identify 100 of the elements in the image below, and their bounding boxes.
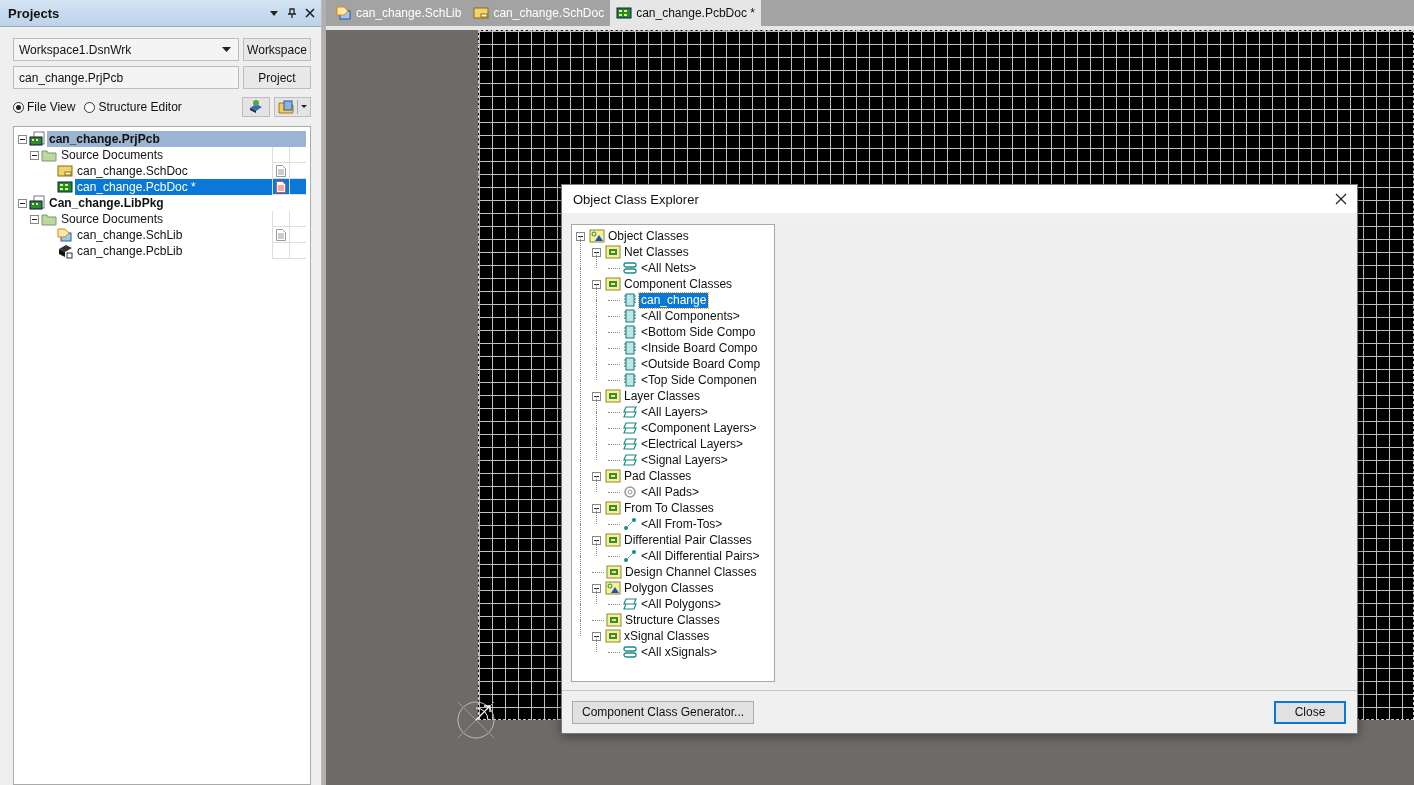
tree-item[interactable]: <All Layers> <box>639 404 710 420</box>
chip-icon <box>622 292 638 308</box>
folder-item[interactable]: Source Documents <box>59 147 306 163</box>
layer-icon <box>622 452 638 468</box>
tree-item[interactable]: <All From-Tos> <box>639 516 725 532</box>
collapse-toggle[interactable] <box>576 231 585 241</box>
chip-package-icon <box>57 243 73 259</box>
schematic-sheet-icon <box>473 5 490 21</box>
tree-item[interactable]: <Electrical Layers> <box>639 436 746 452</box>
folder-icon <box>41 147 57 163</box>
panel-title: Projects <box>8 5 60 21</box>
net-icon <box>622 644 638 660</box>
picture-folder-icon <box>589 228 605 244</box>
chip-icon <box>622 340 638 356</box>
tree-item[interactable]: Pad Classes <box>622 468 694 484</box>
tree-item[interactable]: <All xSignals> <box>639 644 720 660</box>
collapse-toggle[interactable] <box>592 279 601 289</box>
collapse-toggle[interactable] <box>18 198 27 208</box>
tree-item[interactable]: From To Classes <box>622 500 716 516</box>
collapse-toggle[interactable] <box>30 214 39 224</box>
folder-icon <box>605 532 621 548</box>
pcb-project-icon <box>29 131 45 147</box>
net-icon <box>622 260 638 276</box>
chip-icon <box>622 372 638 388</box>
tree-item[interactable]: xSignal Classes <box>622 628 712 644</box>
layer-icon <box>622 404 638 420</box>
close-button[interactable] <box>1333 191 1349 207</box>
collapse-toggle[interactable] <box>592 535 601 545</box>
schematic-sheet-icon <box>57 163 73 179</box>
tree-item[interactable]: <Inside Board Compo <box>639 340 760 356</box>
folder-item[interactable]: Source Documents <box>59 211 306 227</box>
dialog-title: Object Class Explorer <box>573 191 699 207</box>
folder-icon <box>606 612 622 628</box>
folder-icon <box>605 468 621 484</box>
tree-item[interactable]: Design Channel Classes <box>623 564 759 580</box>
project-options-button[interactable] <box>274 97 311 117</box>
folder-icon <box>606 564 622 580</box>
tree-item[interactable]: <All Differential Pairs> <box>639 548 762 564</box>
connection-icon <box>622 548 638 564</box>
document-item[interactable]: can_change.SchLib <box>75 227 306 243</box>
layer-icon <box>622 596 638 612</box>
workspace-dropdown[interactable]: Workspace1.DsnWrk <box>13 38 239 61</box>
tree-item[interactable]: <All Components> <box>639 308 742 324</box>
tree-item[interactable]: Layer Classes <box>622 388 703 404</box>
project-button[interactable]: Project <box>243 66 311 89</box>
connection-icon <box>622 516 638 532</box>
tree-item[interactable]: <Component Layers> <box>639 420 759 436</box>
tree-item[interactable]: Component Classes <box>622 276 735 292</box>
collapse-toggle[interactable] <box>592 583 601 593</box>
tree-item[interactable]: Net Classes <box>622 244 691 260</box>
tree-item[interactable]: <Outside Board Comp <box>639 356 763 372</box>
compile-button[interactable] <box>242 97 270 117</box>
ring-icon <box>622 484 638 500</box>
view-radio[interactable]: Structure Editor <box>84 100 182 114</box>
caret-icon <box>301 105 307 109</box>
pin-icon <box>287 8 297 18</box>
chip-icon <box>622 324 638 340</box>
tree-item[interactable]: <Top Side Componen <box>639 372 759 388</box>
circuit-board-icon <box>616 5 633 21</box>
tree-item[interactable]: Object Classes <box>606 228 691 244</box>
folder-icon <box>605 244 621 260</box>
folder-icon <box>605 276 621 292</box>
layer-icon <box>622 420 638 436</box>
tree-item[interactable]: <All Polygons> <box>639 596 724 612</box>
tree-item[interactable]: Polygon Classes <box>622 580 716 596</box>
collapse-toggle[interactable] <box>18 134 27 144</box>
folder-icon <box>605 500 621 516</box>
project-item[interactable]: Can_change.LibPkg <box>47 195 306 211</box>
tree-item[interactable]: <All Pads> <box>639 484 702 500</box>
collapse-toggle[interactable] <box>30 150 39 160</box>
close-icon <box>1335 193 1347 205</box>
generator-button[interactable]: Component Class Generator... <box>572 700 755 724</box>
project-item[interactable]: can_change.PrjPcb <box>47 131 306 147</box>
collapse-toggle[interactable] <box>592 503 601 513</box>
tree-item[interactable]: can_change <box>639 292 709 308</box>
library-symbol-icon <box>336 5 352 21</box>
project-field[interactable]: can_change.PrjPcb <box>13 66 239 89</box>
chip-icon <box>622 356 638 372</box>
collapse-toggle[interactable] <box>592 471 601 481</box>
folder-icon <box>605 388 621 404</box>
folder-icon <box>605 628 621 644</box>
library-symbol-icon <box>57 227 73 243</box>
tree-item[interactable]: <All Nets> <box>639 260 699 276</box>
collapse-toggle[interactable] <box>592 391 601 401</box>
view-radio[interactable]: File View <box>13 100 76 114</box>
tree-item[interactable]: Differential Pair Classes <box>622 532 754 548</box>
collapse-toggle[interactable] <box>592 247 601 257</box>
document-item[interactable]: can_change.PcbLib <box>75 243 306 259</box>
dropdown-caret-icon <box>222 46 231 53</box>
chip-globe-icon <box>248 99 264 115</box>
collapse-toggle[interactable] <box>592 631 601 641</box>
folder-icon <box>41 211 57 227</box>
tree-item[interactable]: <Signal Layers> <box>639 452 730 468</box>
close-button[interactable]: Close <box>1274 700 1346 724</box>
document-tab[interactable]: can_change.PcbDoc * <box>610 0 761 26</box>
folder-icon <box>278 99 294 115</box>
tree-item[interactable]: Structure Classes <box>623 612 722 628</box>
workspace-button[interactable]: Workspace <box>243 38 311 61</box>
document-item[interactable]: can_change.PcbDoc * <box>75 179 306 195</box>
tree-item[interactable]: <Bottom Side Compo <box>639 324 758 340</box>
